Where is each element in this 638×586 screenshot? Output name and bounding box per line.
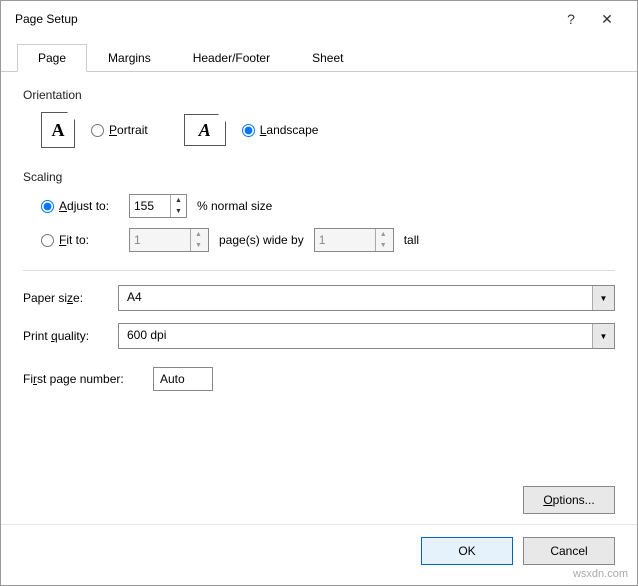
print-quality-value: 600 dpi bbox=[119, 324, 592, 348]
portrait-page-icon: A bbox=[41, 112, 75, 148]
scaling-adjust-row: Adjust to: ▲▼ % normal size bbox=[41, 194, 615, 218]
fit-radio-label: Fit to: bbox=[59, 233, 89, 247]
fit-wide-spinner[interactable]: ▲▼ bbox=[129, 228, 209, 252]
landscape-radio-label: Landscape bbox=[260, 123, 319, 137]
tab-bar: Page Margins Header/Footer Sheet bbox=[1, 43, 637, 72]
paper-size-combo[interactable]: A4 ▼ bbox=[118, 285, 615, 311]
adjust-value-input[interactable] bbox=[130, 195, 170, 217]
fit-mid-text: page(s) wide by bbox=[219, 233, 304, 247]
titlebar: Page Setup ? ✕ bbox=[1, 1, 637, 37]
portrait-radio-label: Portrait bbox=[109, 123, 148, 137]
tab-headerfooter[interactable]: Header/Footer bbox=[172, 44, 291, 72]
print-quality-row: Print quality: 600 dpi ▼ bbox=[23, 323, 615, 349]
orientation-group-label: Orientation bbox=[23, 88, 615, 102]
options-row: Options... bbox=[23, 486, 615, 514]
scaling-group-label: Scaling bbox=[23, 170, 615, 184]
paper-size-value: A4 bbox=[119, 286, 592, 310]
down-arrow-icon[interactable]: ▼ bbox=[191, 240, 206, 251]
adjust-spinner-arrows[interactable]: ▲▼ bbox=[170, 195, 186, 217]
orientation-row: A Portrait A Landscape bbox=[41, 112, 615, 148]
adjust-radio[interactable]: Adjust to: bbox=[41, 199, 119, 213]
first-page-row: First page number: bbox=[23, 367, 615, 391]
fit-tall-spinner[interactable]: ▲▼ bbox=[314, 228, 394, 252]
up-arrow-icon[interactable]: ▲ bbox=[191, 229, 206, 240]
down-arrow-icon[interactable]: ▼ bbox=[376, 240, 391, 251]
dialog-footer: OK Cancel bbox=[1, 524, 637, 585]
cancel-button[interactable]: Cancel bbox=[523, 537, 615, 565]
first-page-input[interactable] bbox=[153, 367, 213, 391]
landscape-page-icon: A bbox=[184, 114, 226, 146]
adjust-radio-input[interactable] bbox=[41, 200, 54, 213]
portrait-radio[interactable]: Portrait bbox=[91, 123, 148, 137]
landscape-radio-input[interactable] bbox=[242, 124, 255, 137]
chevron-down-icon[interactable]: ▼ bbox=[592, 286, 614, 310]
paper-size-row: Paper size: A4 ▼ bbox=[23, 285, 615, 311]
adjust-suffix: % normal size bbox=[197, 199, 272, 213]
options-button[interactable]: Options... bbox=[523, 486, 615, 514]
print-quality-label: Print quality: bbox=[23, 329, 108, 343]
adjust-spinner[interactable]: ▲▼ bbox=[129, 194, 187, 218]
fit-radio-input[interactable] bbox=[41, 234, 54, 247]
paper-size-label: Paper size: bbox=[23, 291, 108, 305]
tab-sheet[interactable]: Sheet bbox=[291, 44, 364, 72]
tab-content: Orientation A Portrait A Landscape Scali… bbox=[1, 72, 637, 524]
help-icon[interactable]: ? bbox=[553, 11, 589, 27]
scaling-fit-row: Fit to: ▲▼ page(s) wide by ▲▼ tall bbox=[41, 228, 615, 252]
fit-tall-arrows[interactable]: ▲▼ bbox=[375, 229, 391, 251]
landscape-radio[interactable]: Landscape bbox=[242, 123, 319, 137]
ok-button[interactable]: OK bbox=[421, 537, 513, 565]
first-page-label: First page number: bbox=[23, 372, 143, 386]
portrait-radio-input[interactable] bbox=[91, 124, 104, 137]
fit-tall-input[interactable] bbox=[315, 229, 375, 251]
fit-suffix: tall bbox=[404, 233, 419, 247]
fit-radio[interactable]: Fit to: bbox=[41, 233, 119, 247]
print-quality-combo[interactable]: 600 dpi ▼ bbox=[118, 323, 615, 349]
watermark: wsxdn.com bbox=[573, 568, 628, 580]
divider bbox=[23, 270, 615, 271]
chevron-down-icon[interactable]: ▼ bbox=[592, 324, 614, 348]
window-title: Page Setup bbox=[15, 12, 553, 26]
up-arrow-icon[interactable]: ▲ bbox=[171, 195, 186, 206]
tab-margins[interactable]: Margins bbox=[87, 44, 172, 72]
up-arrow-icon[interactable]: ▲ bbox=[376, 229, 391, 240]
fit-wide-arrows[interactable]: ▲▼ bbox=[190, 229, 206, 251]
fit-wide-input[interactable] bbox=[130, 229, 190, 251]
tab-page[interactable]: Page bbox=[17, 44, 87, 72]
adjust-radio-label: Adjust to: bbox=[59, 199, 109, 213]
close-icon[interactable]: ✕ bbox=[589, 11, 625, 28]
down-arrow-icon[interactable]: ▼ bbox=[171, 206, 186, 217]
